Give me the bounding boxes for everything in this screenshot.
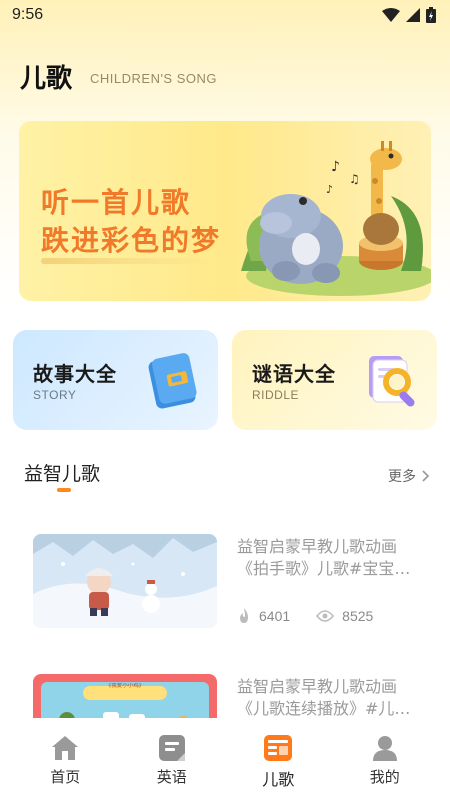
video-stats: 6401 8525	[237, 608, 373, 624]
status-icons	[382, 7, 436, 23]
riddle-card-title: 谜语大全	[252, 362, 336, 386]
nav-home[interactable]: 首页	[20, 718, 110, 800]
video-title-line1: 益智启蒙早教儿歌动画	[237, 537, 398, 556]
flame-icon	[240, 608, 248, 623]
nav-songs[interactable]: 儿歌	[233, 718, 323, 800]
section-indicator	[57, 488, 71, 492]
profile-icon	[372, 736, 397, 761]
thumbnail-caption: 《我爱小小鸡》	[105, 683, 145, 689]
banner-underline	[41, 258, 211, 264]
notebook-icon	[158, 735, 185, 761]
nav-english-label: 英语	[156, 768, 187, 786]
banner-headline: 听一首儿歌	[41, 186, 192, 219]
chevron-right-icon	[422, 470, 430, 482]
section-title: 益智儿歌	[24, 463, 101, 485]
status-bar: 9:56	[0, 0, 450, 32]
like-stat: 6401	[237, 608, 290, 624]
banner-subheadline: 跌进彩色的梦	[41, 224, 222, 257]
banner[interactable]: 听一首儿歌 跌进彩色的梦 ♪ ♫ ♪	[19, 121, 431, 301]
video-title: 益智启蒙早教儿歌动画 《儿歌连续播放》#儿…	[237, 676, 423, 720]
hippo-giraffe-illustration: ♪ ♫ ♪	[241, 141, 431, 296]
view-stat: 8525	[316, 608, 373, 624]
nav-songs-label: 儿歌	[262, 770, 295, 789]
view-count: 8525	[342, 608, 374, 624]
riddle-card-subtitle: RIDDLE	[252, 388, 300, 402]
svg-text:♪: ♪	[326, 183, 333, 196]
svg-text:♫: ♫	[349, 172, 360, 186]
home-icon	[52, 736, 79, 760]
more-link[interactable]: 更多	[388, 466, 430, 486]
battery-icon	[426, 7, 436, 23]
magnifier-icon	[369, 356, 415, 407]
video-title: 益智启蒙早教儿歌动画 《拍手歌》儿歌#宝宝…	[237, 536, 423, 580]
page-subtitle: CHILDREN'S SONG	[90, 71, 218, 86]
status-time: 9:56	[12, 6, 44, 23]
video-title-line2: 《儿歌连续播放》#儿…	[237, 699, 411, 718]
nav-english[interactable]: 英语	[127, 718, 217, 800]
wifi-icon	[382, 8, 400, 22]
svg-text:♪: ♪	[331, 159, 340, 175]
song-list-icon	[264, 735, 293, 761]
more-label: 更多	[388, 469, 416, 485]
video-thumbnail	[33, 534, 217, 628]
story-card-title: 故事大全	[33, 362, 117, 386]
story-card[interactable]: 故事大全 STORY	[13, 330, 218, 430]
story-card-subtitle: STORY	[33, 388, 77, 402]
book-icon	[148, 353, 197, 409]
nav-profile-label: 我的	[369, 768, 400, 786]
bottom-nav: 首页 英语 儿歌 我的	[0, 718, 450, 800]
nav-profile[interactable]: 我的	[340, 718, 430, 800]
signal-icon	[406, 8, 420, 22]
like-count: 6401	[259, 608, 291, 624]
page-title: 儿歌	[20, 64, 73, 94]
nav-home-label: 首页	[50, 768, 81, 786]
eye-icon	[316, 610, 335, 622]
video-item[interactable]: 益智启蒙早教儿歌动画 《拍手歌》儿歌#宝宝… 6401 8525	[33, 534, 433, 634]
video-title-line1: 益智启蒙早教儿歌动画	[237, 677, 398, 696]
riddle-card[interactable]: 谜语大全 RIDDLE	[232, 330, 437, 430]
video-title-line2: 《拍手歌》儿歌#宝宝…	[237, 559, 411, 578]
